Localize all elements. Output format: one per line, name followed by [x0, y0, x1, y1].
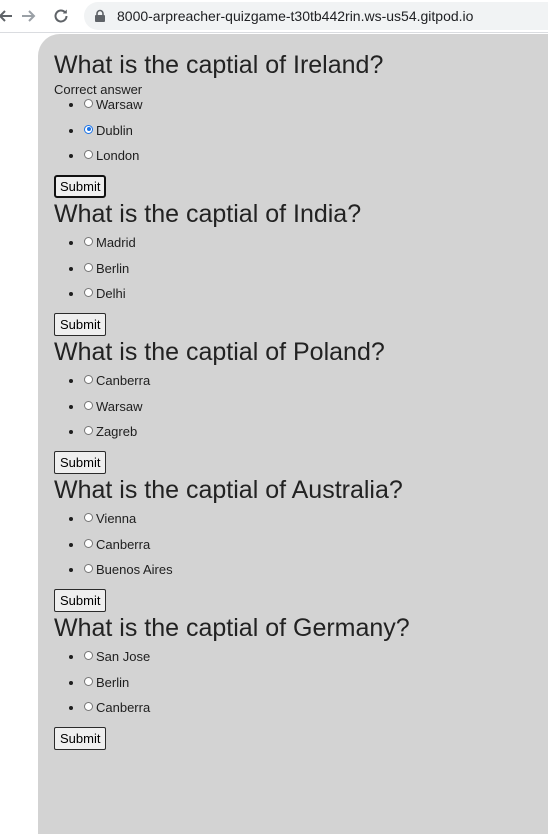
question-title: What is the captial of India? [54, 200, 362, 228]
answer-list: San Jose Berlin Canberra [54, 649, 548, 715]
answer-label: Berlin [96, 260, 130, 276]
answer-label: Buenos Aires [96, 562, 173, 577]
forward-icon[interactable] [18, 5, 40, 27]
question-title: What is the captial of Australia? [54, 476, 403, 504]
radio-button[interactable] [84, 375, 93, 384]
answer-label: Berlin [96, 674, 130, 690]
radio-button[interactable] [84, 538, 93, 548]
browser-toolbar: 8000-arpreacher-quizgame-t30tb442rin.ws-… [0, 0, 548, 33]
radio-button[interactable] [84, 651, 93, 660]
lock-icon [93, 9, 107, 23]
answer-option[interactable]: London [84, 148, 548, 163]
answer-option[interactable]: Vienna [84, 511, 548, 526]
answer-list: Vienna Canberra Buenos Aires [54, 511, 548, 577]
answer-list: Canberra Warsaw Zagreb [54, 373, 548, 439]
radio-button[interactable] [84, 288, 93, 297]
answer-option[interactable]: Canberra [84, 537, 548, 552]
radio-button[interactable] [84, 564, 93, 573]
answer-feedback: Correct answer [54, 82, 143, 97]
radio-button[interactable] [84, 99, 93, 108]
submit-button[interactable]: Submit [54, 175, 107, 198]
quiz-page: What is the captial of Ireland? Correct … [38, 34, 548, 834]
question-block: What is the captial of India? Madrid Ber… [54, 199, 548, 336]
answer-label: San Jose [96, 649, 151, 664]
answer-option[interactable]: Warsaw [84, 399, 548, 414]
question-block: What is the captial of Ireland? Correct … [54, 34, 548, 198]
radio-button[interactable] [84, 676, 93, 686]
address-bar[interactable]: 8000-arpreacher-quizgame-t30tb442rin.ws-… [84, 2, 548, 30]
answer-label: Warsaw [96, 97, 143, 112]
answer-label: Zagreb [96, 424, 138, 439]
radio-button[interactable] [84, 150, 93, 159]
submit-button[interactable]: Submit [54, 727, 107, 750]
answer-option[interactable]: Canberra [84, 700, 548, 715]
answer-label: Canberra [96, 700, 151, 715]
radio-button[interactable] [84, 513, 93, 522]
answer-option[interactable]: Buenos Aires [84, 562, 548, 577]
answer-option[interactable]: Berlin [84, 261, 548, 276]
radio-button[interactable] [84, 262, 93, 272]
answer-list: Warsaw Dublin London [54, 97, 548, 163]
answer-option[interactable]: Madrid [84, 235, 548, 250]
reload-icon[interactable] [50, 5, 72, 27]
back-icon[interactable] [0, 5, 16, 27]
question-block: What is the captial of Australia? Vienna… [54, 475, 548, 612]
answer-label: Warsaw [96, 398, 143, 414]
radio-button[interactable] [84, 702, 93, 711]
radio-button[interactable] [84, 400, 93, 410]
quiz-content: What is the captial of Ireland? Correct … [54, 34, 548, 750]
radio-button[interactable] [84, 237, 93, 246]
answer-option[interactable]: Warsaw [84, 97, 548, 112]
answer-label: Delhi [96, 286, 126, 301]
answer-option[interactable]: Zagreb [84, 424, 548, 439]
answer-option[interactable]: Berlin [84, 675, 548, 690]
answer-label: Canberra [96, 536, 151, 552]
answer-list: Madrid Berlin Delhi [54, 235, 548, 301]
radio-button-selected[interactable] [84, 124, 93, 134]
radio-button[interactable] [84, 426, 93, 435]
question-block: What is the captial of Germany? San Jose… [54, 613, 548, 750]
question-block: What is the captial of Poland? Canberra … [54, 337, 548, 474]
answer-label: London [96, 148, 140, 163]
question-title: What is the captial of Ireland? [54, 51, 384, 79]
submit-button[interactable]: Submit [54, 451, 107, 474]
answer-label: Dublin [96, 122, 133, 138]
answer-label: Madrid [96, 235, 136, 250]
question-title: What is the captial of Poland? [54, 338, 385, 366]
url-text: 8000-arpreacher-quizgame-t30tb442rin.ws-… [117, 8, 474, 24]
answer-label: Vienna [96, 511, 137, 526]
question-title: What is the captial of Germany? [54, 614, 410, 642]
answer-option[interactable]: Dublin [84, 123, 548, 138]
answer-label: Canberra [96, 373, 151, 388]
submit-button[interactable]: Submit [54, 589, 107, 612]
answer-option[interactable]: San Jose [84, 649, 548, 664]
submit-button[interactable]: Submit [54, 313, 107, 336]
answer-option[interactable]: Delhi [84, 286, 548, 301]
answer-option[interactable]: Canberra [84, 373, 548, 388]
